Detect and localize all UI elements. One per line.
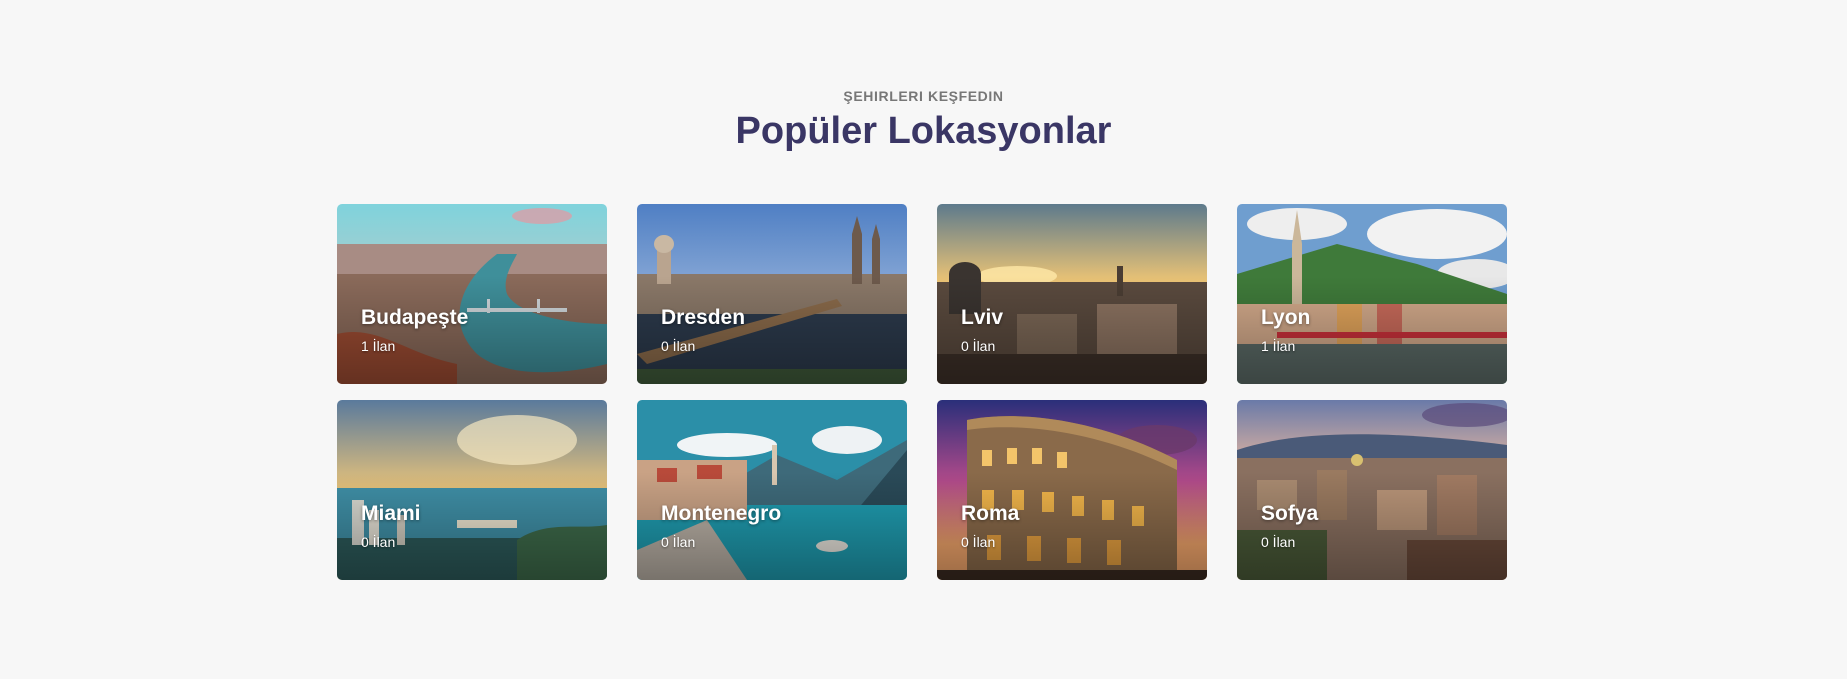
- listing-count: 1 İlan: [1261, 338, 1296, 354]
- city-name: Dresden: [661, 306, 746, 329]
- city-card-roma[interactable]: Roma 0 İlan: [937, 400, 1207, 580]
- city-grid: Budapeşte 1 İlan Dresden 0 İlan Lviv 0 İ…: [337, 204, 1507, 580]
- city-card-dresden[interactable]: Dresden 0 İlan: [637, 204, 907, 384]
- city-name: Budapeşte: [361, 306, 469, 329]
- listing-count: 0 İlan: [361, 534, 396, 550]
- listing-count: 0 İlan: [961, 338, 996, 354]
- section-eyebrow: ŞEHIRLERI KEŞFEDIN: [843, 88, 1004, 104]
- city-name: Montenegro: [661, 502, 782, 525]
- city-card-budapeste[interactable]: Budapeşte 1 İlan: [337, 204, 607, 384]
- listing-count: 0 İlan: [661, 534, 696, 550]
- city-name: Lyon: [1261, 306, 1311, 329]
- city-card-montenegro[interactable]: Montenegro 0 İlan: [637, 400, 907, 580]
- listing-count: 0 İlan: [661, 338, 696, 354]
- listing-count: 0 İlan: [961, 534, 996, 550]
- city-card-lyon[interactable]: Lyon 1 İlan: [1237, 204, 1507, 384]
- popular-locations-section: ŞEHIRLERI KEŞFEDIN Popüler Lokasyonlar B…: [0, 0, 1847, 679]
- city-card-sofya[interactable]: Sofya 0 İlan: [1237, 400, 1507, 580]
- city-name: Miami: [361, 502, 421, 525]
- city-name: Lviv: [961, 306, 1004, 329]
- listing-count: 1 İlan: [361, 338, 396, 354]
- section-title: Popüler Lokasyonlar: [735, 110, 1112, 152]
- city-name: Sofya: [1261, 502, 1319, 525]
- city-name: Roma: [961, 502, 1020, 525]
- listing-count: 0 İlan: [1261, 534, 1296, 550]
- city-card-lviv[interactable]: Lviv 0 İlan: [937, 204, 1207, 384]
- city-card-miami[interactable]: Miami 0 İlan: [337, 400, 607, 580]
